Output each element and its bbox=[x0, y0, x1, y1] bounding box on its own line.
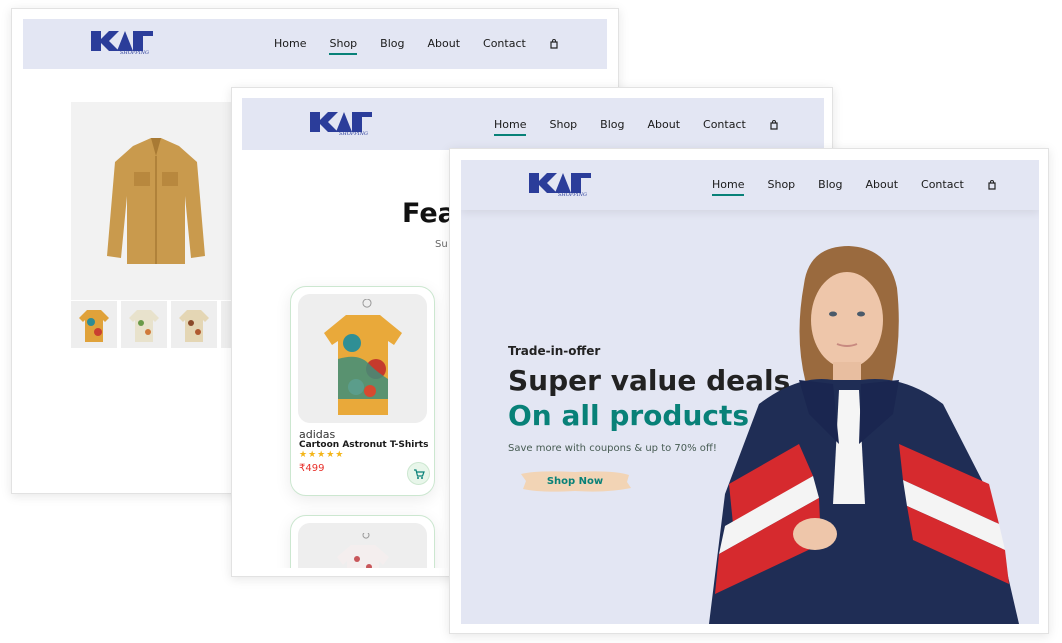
hero-kicker: Trade-in-offer bbox=[508, 344, 601, 358]
nav-shop[interactable]: Shop bbox=[329, 37, 357, 55]
nav-about[interactable]: About bbox=[647, 118, 680, 131]
kart-logo[interactable]: SHOPPING bbox=[89, 29, 153, 55]
nav-home[interactable]: Home bbox=[494, 118, 527, 136]
star-rating: ★★★★★ bbox=[299, 450, 345, 460]
nav-shop[interactable]: Shop bbox=[549, 118, 577, 131]
navbar: SHOPPING Home Shop Blog About Contact bbox=[23, 19, 607, 69]
nav-blog[interactable]: Blog bbox=[380, 37, 404, 50]
product-price: ₹499 bbox=[299, 463, 325, 474]
thumbnail-2[interactable] bbox=[121, 301, 167, 348]
svg-text:SHOPPING: SHOPPING bbox=[120, 50, 149, 55]
product-image bbox=[298, 294, 427, 423]
hero-tagline: Save more with coupons & up to 70% off! bbox=[508, 443, 717, 454]
navbar: SHOPPING Home Shop Blog About Contact bbox=[242, 98, 824, 150]
shopping-cart-icon bbox=[413, 468, 425, 479]
shop-now-button[interactable]: Shop Now bbox=[517, 468, 633, 494]
home-page-screenshot: SHOPPING Home Shop Blog About Contact Tr… bbox=[449, 148, 1049, 634]
bag-icon[interactable] bbox=[769, 119, 779, 130]
section-subtitle: Su bbox=[435, 239, 448, 250]
add-to-cart-button[interactable] bbox=[407, 462, 430, 485]
nav-blog[interactable]: Blog bbox=[818, 178, 842, 191]
kart-logo[interactable]: SHOPPING bbox=[527, 171, 591, 197]
nav-shop[interactable]: Shop bbox=[767, 178, 795, 191]
thumbnail-1[interactable] bbox=[71, 301, 117, 348]
product-card[interactable]: adidas Cartoon Astronut T-Shirts ★★★★★ ₹… bbox=[290, 286, 435, 496]
bag-icon[interactable] bbox=[987, 179, 997, 190]
navbar: SHOPPING Home Shop Blog About Contact bbox=[461, 160, 1039, 210]
nav-blog[interactable]: Blog bbox=[600, 118, 624, 131]
thumbnail-3[interactable] bbox=[171, 301, 217, 348]
product-thumbnails bbox=[71, 301, 239, 348]
nav-about[interactable]: About bbox=[427, 37, 460, 50]
product-card[interactable] bbox=[290, 515, 435, 568]
nav-about[interactable]: About bbox=[865, 178, 898, 191]
product-image bbox=[298, 523, 427, 568]
section-title: Fea bbox=[402, 198, 456, 229]
kart-logo[interactable]: SHOPPING bbox=[308, 110, 372, 136]
nav-contact[interactable]: Contact bbox=[921, 178, 964, 191]
svg-text:SHOPPING: SHOPPING bbox=[558, 192, 587, 197]
shop-now-label: Shop Now bbox=[546, 475, 604, 487]
hero-model-image bbox=[689, 244, 1019, 624]
nav-contact[interactable]: Contact bbox=[703, 118, 746, 131]
bag-icon[interactable] bbox=[549, 38, 559, 49]
nav-links: Home Shop Blog About Contact bbox=[494, 118, 779, 136]
nav-contact[interactable]: Contact bbox=[483, 37, 526, 50]
nav-links: Home Shop Blog About Contact bbox=[274, 37, 559, 55]
nav-home[interactable]: Home bbox=[274, 37, 306, 50]
nav-home[interactable]: Home bbox=[712, 178, 745, 196]
product-main-image bbox=[71, 102, 241, 300]
home-page: SHOPPING Home Shop Blog About Contact Tr… bbox=[461, 160, 1039, 624]
nav-links: Home Shop Blog About Contact bbox=[712, 178, 997, 196]
product-name: Cartoon Astronut T-Shirts bbox=[299, 440, 429, 450]
svg-text:SHOPPING: SHOPPING bbox=[339, 131, 368, 136]
